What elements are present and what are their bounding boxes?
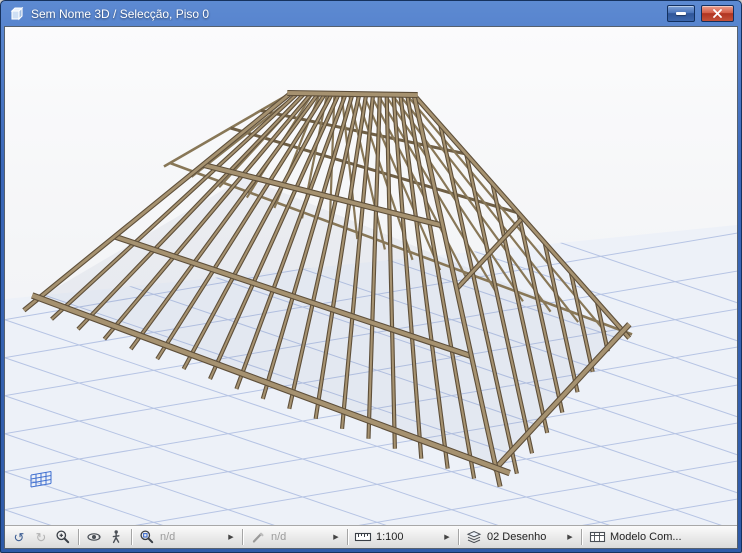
layer-value[interactable]: 02 Desenho — [485, 531, 563, 543]
edit-preset-value[interactable]: n/d — [269, 531, 329, 543]
client-area: ↺ ↻ n/d ▶ n/d ▶ 1:100 ▶ 02 Desenho ▶ Mod… — [4, 26, 738, 549]
model-view-icon — [589, 531, 605, 543]
zoom-extent-icon — [140, 530, 154, 544]
nav-preset-value[interactable]: n/d — [158, 531, 224, 543]
walk-button[interactable] — [105, 528, 127, 546]
chevron-right-icon: ▶ — [228, 533, 234, 541]
model-view-button[interactable] — [586, 528, 608, 546]
layer-menu-button[interactable]: ▶ — [563, 528, 577, 546]
window-3d-icon — [10, 6, 25, 21]
ruler-icon — [354, 532, 372, 542]
nav-preset-menu-button[interactable]: ▶ — [224, 528, 238, 546]
model-view-value[interactable]: Modelo Com... — [608, 531, 734, 543]
chevron-right-icon: ▶ — [444, 533, 450, 541]
status-toolbar: ↺ ↻ n/d ▶ n/d ▶ 1:100 ▶ 02 Desenho ▶ Mod… — [5, 525, 737, 548]
edit-preset-menu-button[interactable]: ▶ — [329, 528, 343, 546]
rotate-right-icon: ↻ — [35, 529, 47, 545]
orbit-button[interactable] — [83, 528, 105, 546]
zoom-in-icon — [56, 530, 70, 544]
minimize-icon — [676, 12, 686, 15]
zoom-in-button[interactable] — [52, 528, 74, 546]
orbit-icon — [87, 533, 101, 541]
separator — [131, 529, 132, 545]
scale-value[interactable]: 1:100 — [374, 531, 440, 543]
pencil-icon — [252, 532, 264, 543]
titlebar[interactable]: Sem Nome 3D / Selecção, Piso 0 — [4, 1, 738, 26]
rotate-left-button[interactable]: ↺ — [8, 528, 30, 546]
separator — [78, 529, 79, 545]
3d-viewport[interactable] — [5, 27, 737, 525]
minimize-button[interactable] — [667, 5, 695, 22]
separator — [581, 529, 582, 545]
rotate-left-icon: ↺ — [13, 529, 25, 545]
layers-button[interactable] — [463, 528, 485, 546]
scale-menu-button[interactable]: ▶ — [440, 528, 454, 546]
layers-icon — [466, 531, 482, 544]
close-button[interactable] — [701, 5, 734, 22]
close-icon — [713, 9, 722, 18]
edit-mode-button[interactable] — [247, 528, 269, 546]
app-window: Sem Nome 3D / Selecção, Piso 0 ↺ ↻ n/d ▶… — [0, 0, 742, 553]
chevron-right-icon: ▶ — [333, 533, 339, 541]
zoom-extent-button[interactable] — [136, 528, 158, 546]
scale-button[interactable] — [352, 528, 374, 546]
chevron-right-icon: ▶ — [567, 533, 573, 541]
window-title: Sem Nome 3D / Selecção, Piso 0 — [31, 6, 210, 21]
separator — [347, 529, 348, 545]
separator — [242, 529, 243, 545]
3d-scene[interactable] — [5, 27, 737, 525]
separator — [458, 529, 459, 545]
walk-icon — [112, 530, 120, 544]
rotate-right-button[interactable]: ↻ — [30, 528, 52, 546]
